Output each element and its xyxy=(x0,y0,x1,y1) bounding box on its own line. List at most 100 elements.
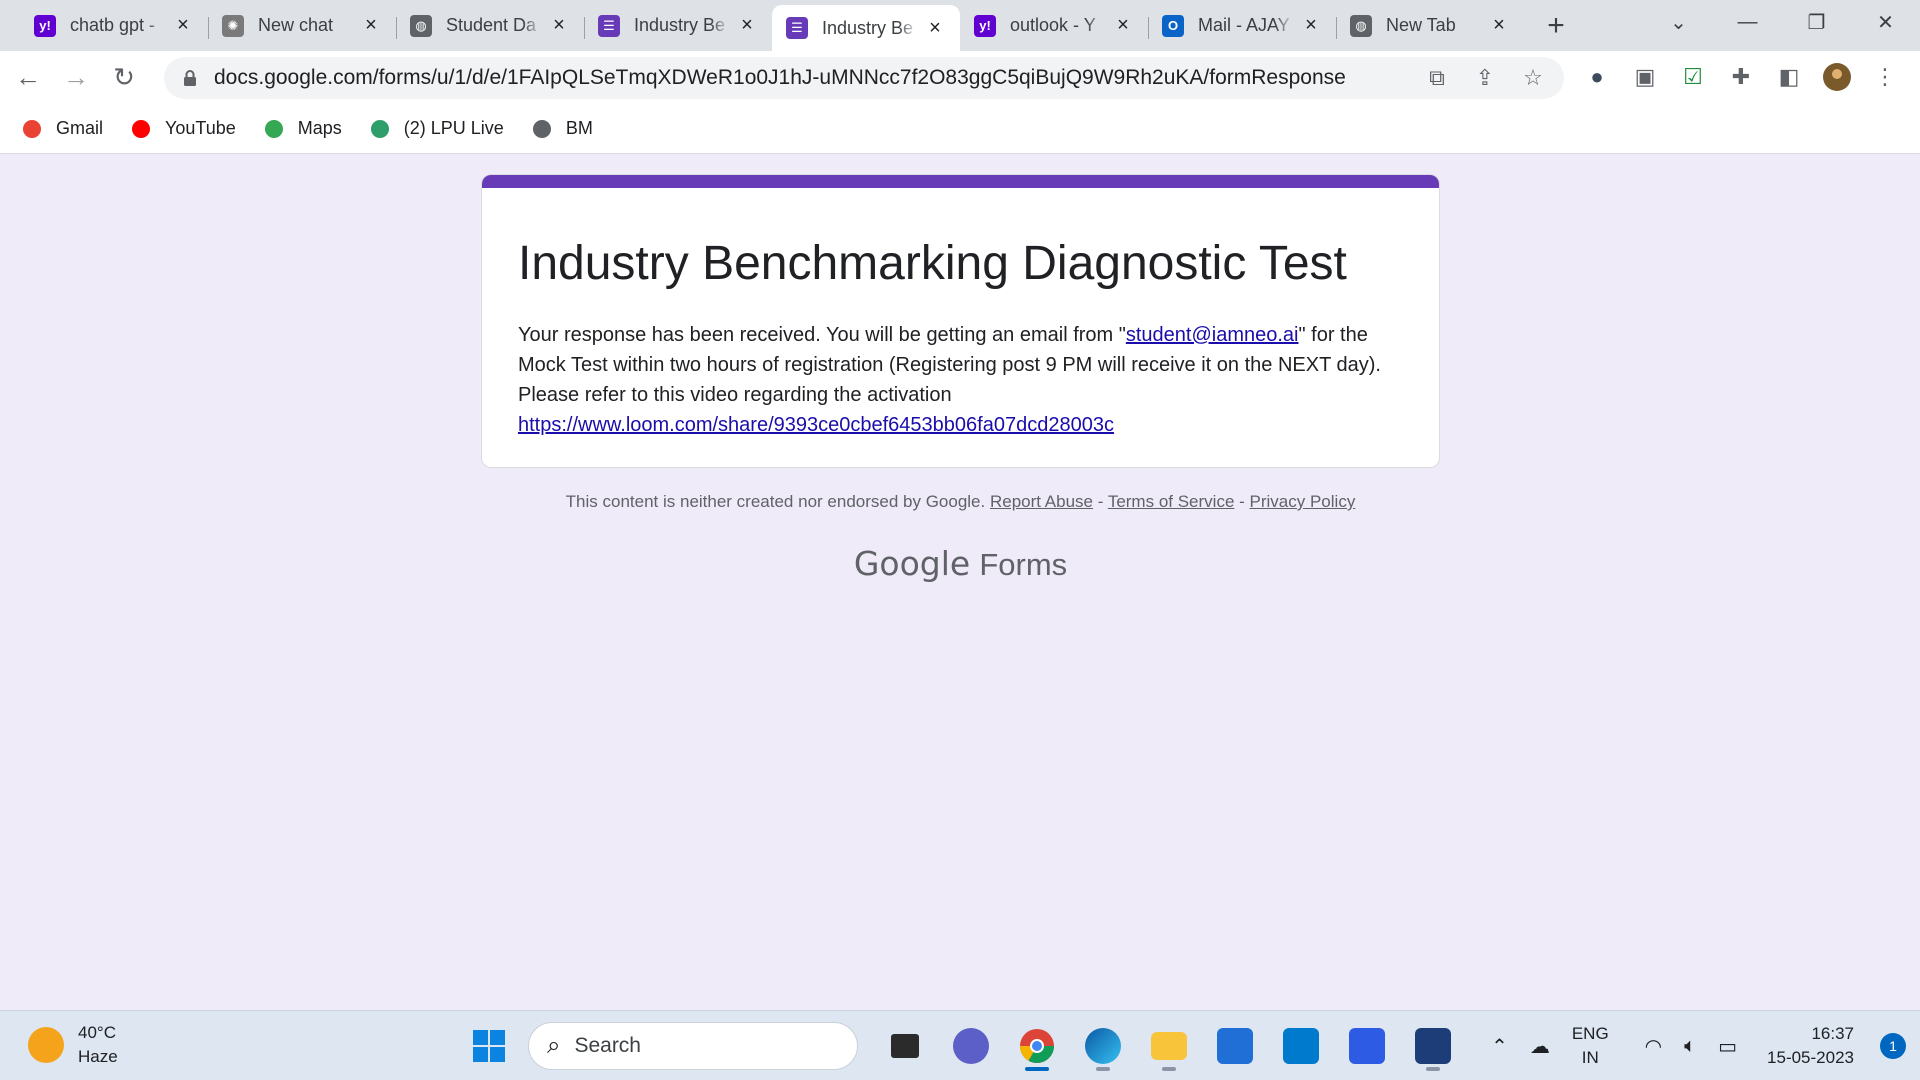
tab-title: Industry Be xyxy=(822,17,914,38)
bookmark-item[interactable]: (2) LPU Live xyxy=(368,117,504,141)
taskbar-search[interactable]: ⌕ Search xyxy=(528,1022,858,1070)
bookmark-label: YouTube xyxy=(165,118,236,138)
extension-toolbar: ● ▣ ☑ ✚ ◧ ⋮ xyxy=(1580,59,1902,95)
browser-tab[interactable]: ✺ New chat × xyxy=(208,6,396,46)
video-link[interactable]: https://www.loom.com/share/9393ce0cbef64… xyxy=(518,414,1114,436)
close-window-icon[interactable]: ✕ xyxy=(1851,0,1920,44)
share-icon[interactable]: ⇪ xyxy=(1468,61,1502,95)
system-tray: ⌃ ☁ ENG IN ◠ 🔈︎ ▭ 16:37 15-05-2023 1 xyxy=(1491,1011,1920,1080)
teams-chat-icon[interactable] xyxy=(938,1021,1004,1071)
extension-cursor-icon[interactable]: ● xyxy=(1580,59,1614,95)
microsoft-store-icon[interactable] xyxy=(1202,1021,1268,1071)
tab-title: Mail - AJAY xyxy=(1198,15,1290,35)
openai-icon: ✺ xyxy=(222,14,244,37)
start-button[interactable] xyxy=(456,1021,522,1071)
extension-window-icon[interactable]: ▣ xyxy=(1628,59,1662,95)
lpu-live-icon xyxy=(368,117,392,141)
app-icon[interactable] xyxy=(1334,1021,1400,1071)
forms-icon: ☰ xyxy=(786,17,808,39)
weather-condition: Haze xyxy=(78,1047,118,1066)
close-tab-icon[interactable]: × xyxy=(1488,14,1510,37)
close-tab-icon[interactable]: × xyxy=(548,14,570,37)
wifi-icon[interactable]: ◠ xyxy=(1645,1034,1662,1059)
google-forms-logo[interactable]: Google Forms xyxy=(481,544,1440,583)
form-title: Industry Benchmarking Diagnostic Test xyxy=(518,237,1347,290)
new-tab-icon[interactable]: + xyxy=(1536,6,1576,46)
lock-icon xyxy=(184,70,196,86)
yahoo-icon: y! xyxy=(974,14,996,37)
url-text[interactable]: docs.google.com/forms/u/1/d/e/1FAIpQLSeT… xyxy=(214,66,1420,90)
side-panel-icon[interactable]: ◧ xyxy=(1772,59,1806,95)
outlook-icon: O xyxy=(1162,14,1184,37)
browser-tab[interactable]: y! chatb gpt - × xyxy=(20,6,208,46)
close-tab-icon[interactable]: × xyxy=(736,14,758,37)
extension-check-icon[interactable]: ☑ xyxy=(1676,59,1710,95)
bookmark-item[interactable]: YouTube xyxy=(129,117,236,141)
notification-badge[interactable]: 1 xyxy=(1880,1033,1906,1059)
vscode-icon[interactable] xyxy=(1268,1021,1334,1071)
browser-tab[interactable]: ◍ New Tab × xyxy=(1336,6,1524,46)
email-link[interactable]: student@iamneo.ai xyxy=(1126,324,1299,346)
tab-title: outlook - Y xyxy=(1010,15,1096,35)
address-bar[interactable]: docs.google.com/forms/u/1/d/e/1FAIpQLSeT… xyxy=(164,57,1564,99)
task-view-icon[interactable] xyxy=(872,1021,938,1071)
battery-icon[interactable]: ▭ xyxy=(1718,1034,1737,1059)
close-tab-icon[interactable]: × xyxy=(1112,14,1134,37)
file-explorer-icon[interactable] xyxy=(1136,1021,1202,1071)
weather-temperature: 40°C xyxy=(78,1023,116,1042)
globe-icon: ◍ xyxy=(410,14,432,37)
browser-tab[interactable]: ◍ Student Da × xyxy=(396,6,584,46)
privacy-policy-link[interactable]: Privacy Policy xyxy=(1250,492,1356,511)
bookmark-item[interactable]: Maps xyxy=(262,117,342,141)
restore-icon[interactable]: ❐ xyxy=(1782,0,1851,44)
youtube-icon xyxy=(129,117,153,141)
bookmark-star-icon[interactable]: ☆ xyxy=(1516,61,1550,95)
close-tab-icon[interactable]: × xyxy=(924,17,946,39)
translate-icon[interactable]: ⧉ xyxy=(1420,61,1454,95)
close-tab-icon[interactable]: × xyxy=(1300,14,1322,37)
back-icon[interactable]: ← xyxy=(8,58,48,98)
weather-widget[interactable]: 40°C Haze xyxy=(28,1021,118,1069)
profile-avatar[interactable] xyxy=(1820,59,1854,95)
edge-icon[interactable] xyxy=(1070,1021,1136,1071)
windows-icon xyxy=(473,1030,505,1062)
terms-of-service-link[interactable]: Terms of Service xyxy=(1108,492,1235,511)
browser-tab[interactable]: O Mail - AJAY × xyxy=(1148,6,1336,46)
chevron-up-icon[interactable]: ⌃ xyxy=(1491,1034,1508,1059)
bookmark-item[interactable]: BM xyxy=(530,117,593,141)
bookmarks-bar: Gmail YouTube Maps (2) LPU Live BM xyxy=(0,104,1920,154)
tab-title: chatb gpt - xyxy=(70,15,156,35)
bookmark-label: (2) LPU Live xyxy=(403,118,504,138)
chrome-icon[interactable] xyxy=(1004,1021,1070,1071)
browser-tab-strip: y! chatb gpt - × ✺ New chat × ◍ Student Da × ☰ Ind… xyxy=(0,0,1920,51)
bookmark-label: BM xyxy=(565,118,593,138)
reload-icon[interactable]: ↻ xyxy=(104,58,144,98)
footer-disclaimer: This content is neither created nor endo… xyxy=(565,492,1356,511)
forward-icon[interactable]: → xyxy=(56,58,96,98)
close-tab-icon[interactable]: × xyxy=(172,14,194,37)
browser-tab[interactable]: y! outlook - Y × xyxy=(960,6,1148,46)
windows-taskbar: 40°C Haze ⌕ Search ⌃ ☁ ENG IN ◠ 🔈︎ ▭ 16:… xyxy=(0,1010,1920,1080)
yahoo-icon: y! xyxy=(34,14,56,37)
dev-cpp-icon[interactable] xyxy=(1400,1021,1466,1071)
browser-tab[interactable]: ☰ Industry Be × xyxy=(772,5,960,51)
tab-title: New Tab xyxy=(1386,15,1456,35)
close-tab-icon[interactable]: × xyxy=(360,14,382,37)
volume-icon[interactable]: 🔈︎ xyxy=(1684,1035,1696,1058)
form-accent-bar xyxy=(482,175,1439,188)
extensions-puzzle-icon[interactable]: ✚ xyxy=(1724,59,1758,95)
bookmark-item[interactable]: Gmail xyxy=(20,117,103,141)
search-icon: ⌕ xyxy=(547,1032,561,1059)
forms-icon: ☰ xyxy=(598,14,620,37)
onedrive-cloud-icon[interactable]: ☁ xyxy=(1530,1034,1550,1059)
clock[interactable]: 16:37 15-05-2023 xyxy=(1767,1022,1854,1070)
browser-tab[interactable]: ☰ Industry Be × xyxy=(584,6,772,46)
input-language[interactable]: ENG IN xyxy=(1572,1022,1609,1070)
browser-toolbar: ← → ↻ docs.google.com/forms/u/1/d/e/1FAI… xyxy=(0,51,1920,104)
more-menu-icon[interactable]: ⋮ xyxy=(1868,59,1902,95)
report-abuse-link[interactable]: Report Abuse xyxy=(990,492,1093,511)
taskbar-apps: ⌕ Search xyxy=(456,1021,1466,1071)
tab-search-icon[interactable]: ⌄ xyxy=(1644,0,1713,44)
gmail-icon xyxy=(20,117,44,141)
minimize-icon[interactable]: — xyxy=(1713,0,1782,44)
